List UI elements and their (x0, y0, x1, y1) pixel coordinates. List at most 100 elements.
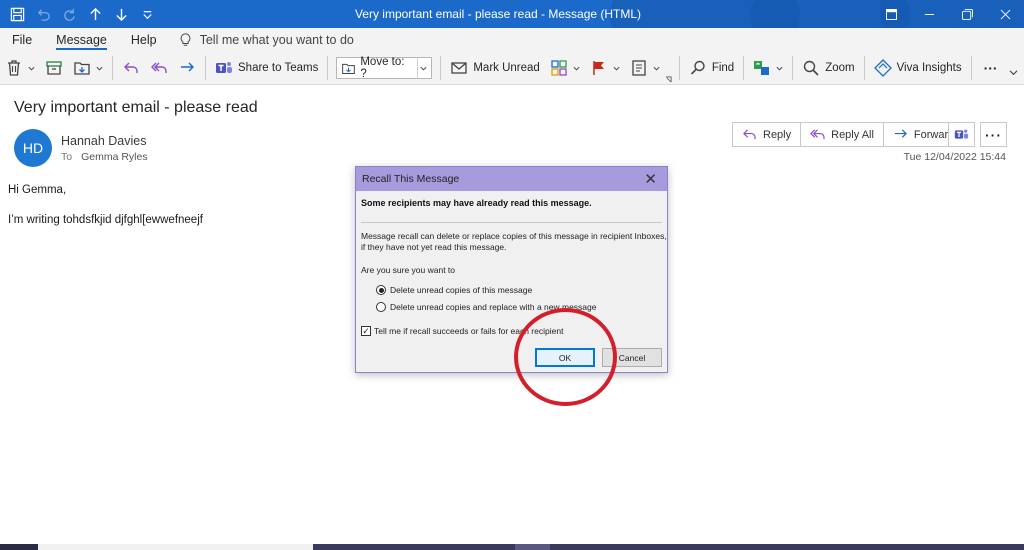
delete-button[interactable] (0, 53, 40, 83)
categorize-icon (551, 60, 567, 76)
reply-ribbon-button[interactable] (117, 53, 145, 83)
archive-icon (46, 61, 62, 75)
menu-bar: File Message Help Tell me what you want … (0, 28, 1024, 52)
translate-button[interactable] (748, 53, 788, 83)
recall-dialog: Recall This Message ✕ Some recipients ma… (355, 166, 668, 373)
reply-all-icon (151, 62, 167, 73)
taskbar-segment (38, 544, 313, 550)
categorize-button[interactable] (545, 53, 585, 83)
tell-me-placeholder: Tell me what you want to do (199, 33, 354, 47)
share-to-teams-label: Share to Teams (238, 62, 319, 74)
restore-icon[interactable] (948, 0, 986, 28)
close-window-icon[interactable] (986, 0, 1024, 28)
tell-me-search[interactable]: Tell me what you want to do (179, 33, 354, 47)
taskbar-strip (0, 544, 1024, 550)
zoom-label: Zoom (825, 62, 855, 74)
option-delete-row[interactable]: Delete unread copies of this message (376, 285, 532, 295)
teams-icon (216, 62, 232, 73)
message-body: Hi Gemma, I’m writing tohdsfkjid djfghl[… (8, 183, 203, 243)
search-icon (690, 60, 705, 75)
move-button[interactable] (68, 53, 108, 83)
ribbon-display-icon[interactable] (872, 0, 910, 28)
lightbulb-icon (180, 33, 190, 46)
tab-file[interactable]: File (0, 28, 44, 52)
title-bar: Very important email - please read - Mes… (0, 0, 1024, 28)
move-to-dropdown[interactable]: Move to: ? (336, 56, 433, 80)
annotation-circle (514, 308, 617, 406)
ribbon-separator (440, 56, 442, 80)
archive-button[interactable] (40, 53, 68, 83)
viva-insights-button[interactable]: Viva Insights (869, 53, 967, 83)
reply-all-ribbon-button[interactable] (145, 53, 173, 83)
zoom-button[interactable]: Zoom (797, 53, 859, 83)
ribbon-separator (112, 56, 113, 80)
translate-icon (754, 61, 770, 75)
tab-message[interactable]: Message (44, 28, 119, 52)
chevron-down-icon[interactable] (417, 58, 427, 78)
ribbon-separator (678, 56, 680, 80)
ribbon-separator (792, 56, 794, 80)
forward-icon (181, 62, 194, 72)
tab-help[interactable]: Help (119, 28, 169, 52)
chevron-down-icon (573, 66, 580, 71)
viva-insights-icon (873, 59, 892, 77)
ribbon-separator (970, 56, 972, 80)
taskbar-segment (0, 544, 38, 550)
teams-icon (954, 129, 969, 139)
recipient-line: To Gemma Ryles (61, 151, 148, 163)
dialog-question: Are you sure you want to (361, 265, 456, 275)
dialog-title-bar: Recall This Message ✕ (356, 167, 667, 191)
more-commands-button[interactable]: ··· (976, 53, 1006, 83)
notify-checkbox[interactable]: ✓ (361, 326, 371, 336)
reply-icon (743, 129, 756, 140)
message-subject: Very important email - please read (14, 99, 258, 116)
recipient-name[interactable]: Gemma Ryles (81, 151, 148, 163)
avatar[interactable]: HD (14, 129, 52, 167)
forward-ribbon-button[interactable] (173, 53, 201, 83)
chevron-down-icon (653, 66, 660, 71)
mark-unread-button[interactable]: Mark Unread (445, 53, 544, 83)
option-delete-label: Delete unread copies of this message (390, 285, 533, 295)
folder-arrow-icon (342, 63, 356, 74)
reply-button[interactable]: Reply (733, 123, 802, 146)
envelope-icon (451, 62, 467, 74)
reply-label: Reply (763, 128, 792, 141)
to-label: To (61, 151, 73, 163)
window-title: Very important email - please read - Mes… (354, 7, 642, 21)
chevron-down-icon (28, 66, 35, 71)
trash-icon (8, 60, 20, 76)
ribbon-separator (327, 56, 329, 80)
more-actions-button[interactable]: ··· (980, 122, 1007, 147)
ribbon-expand-icon[interactable] (665, 53, 675, 83)
dialog-title: Recall This Message (362, 173, 460, 185)
reply-all-button[interactable]: Reply All (801, 123, 884, 146)
sender-name[interactable]: Hannah Davies (61, 134, 146, 148)
option-replace-radio[interactable] (376, 302, 386, 312)
chevron-down-icon (96, 66, 103, 71)
policy-button[interactable] (625, 53, 665, 83)
viva-insights-label: Viva Insights (896, 62, 962, 74)
dialog-warning: Some recipients may have already read th… (361, 198, 592, 208)
teams-chat-button[interactable] (948, 122, 975, 147)
find-label: Find (711, 62, 735, 74)
body-line: I’m writing tohdsfkjid djfghl[ewwefneejf (8, 214, 203, 226)
body-greeting: Hi Gemma, (8, 184, 67, 196)
move-folder-icon (74, 62, 90, 75)
collapse-ribbon-icon[interactable] (1009, 68, 1018, 80)
share-to-teams-button[interactable]: Share to Teams (210, 53, 323, 83)
reply-icon (124, 62, 138, 73)
dialog-divider (361, 222, 662, 223)
policy-icon (632, 60, 646, 76)
message-date: Tue 12/04/2022 15:44 (903, 151, 1006, 163)
close-icon[interactable]: ✕ (640, 172, 661, 187)
ribbon-separator (863, 56, 865, 80)
message-actions: Reply Reply All Forward (732, 122, 965, 147)
chevron-down-icon (776, 66, 783, 71)
taskbar-segment (515, 544, 550, 550)
option-delete-radio[interactable] (376, 285, 386, 295)
find-button[interactable]: Find (684, 53, 739, 83)
follow-up-button[interactable] (585, 53, 625, 83)
reply-all-label: Reply All (831, 128, 874, 141)
chevron-down-icon (613, 66, 620, 71)
minimize-icon[interactable] (910, 0, 948, 28)
